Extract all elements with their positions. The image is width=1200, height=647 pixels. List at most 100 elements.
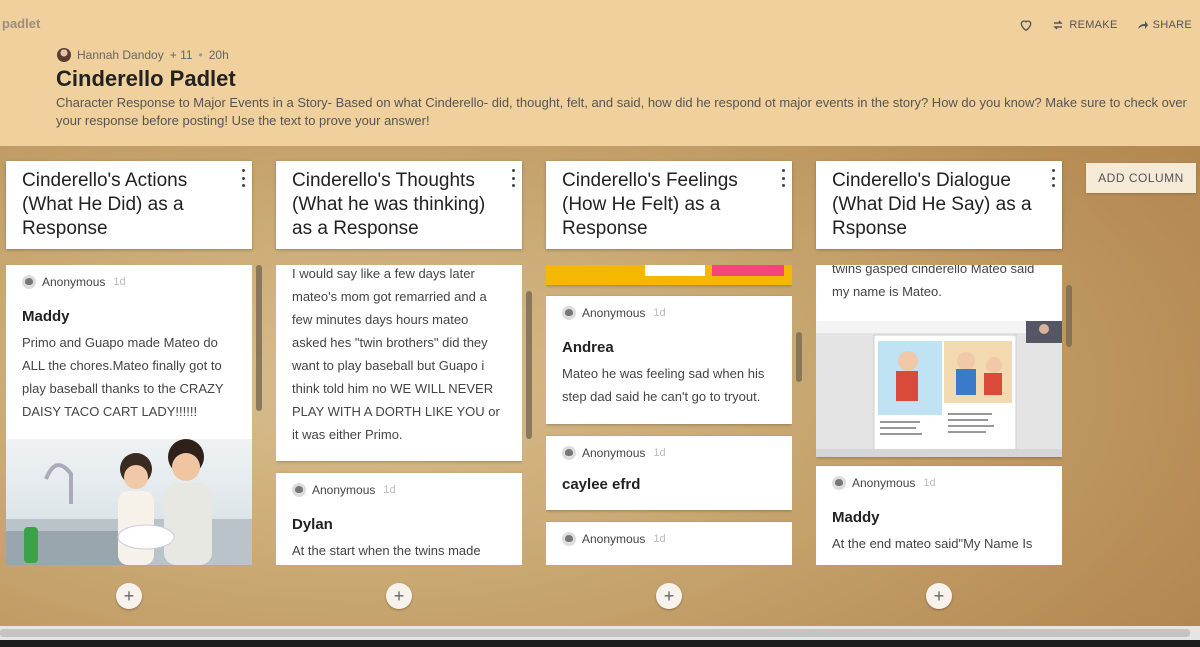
add-column-button[interactable]: ADD COLUMN bbox=[1086, 163, 1196, 193]
column-posts[interactable]: I would say like a few days later mateo'… bbox=[276, 265, 522, 565]
column-header: Cinderello's Thoughts (What he was think… bbox=[276, 161, 522, 249]
author-avatar[interactable] bbox=[57, 48, 71, 62]
post-time: 1d bbox=[653, 447, 666, 459]
board-description: Character Response to Major Events in a … bbox=[56, 95, 1187, 128]
column-title[interactable]: Cinderello's Feelings (How He Felt) as a… bbox=[562, 170, 738, 239]
post-time: 1d bbox=[113, 276, 126, 288]
more-options-icon[interactable] bbox=[1050, 169, 1056, 187]
banner-block-white bbox=[645, 265, 705, 276]
board-header: padlet REMAKE SHARE Hannah Dandoy + 11 •… bbox=[0, 0, 1200, 146]
post-card[interactable]: Anonymous 1d Maddy Primo and Guapo made … bbox=[6, 265, 252, 565]
more-options-icon[interactable] bbox=[240, 169, 246, 187]
collaborator-count[interactable]: + 11 bbox=[170, 48, 193, 62]
share-label: SHARE bbox=[1152, 19, 1192, 31]
post-author: Anonymous 1d bbox=[546, 442, 792, 464]
column-title[interactable]: Cinderello's Actions (What He Did) as a … bbox=[22, 170, 187, 239]
post-card[interactable]: I would say like a few days later mateo'… bbox=[276, 265, 522, 461]
post-title: Maddy bbox=[22, 308, 70, 325]
post-author: Anonymous 1d bbox=[276, 479, 522, 501]
post-card[interactable]: twins gasped cinderello Mateo said my na… bbox=[816, 265, 1062, 457]
post-body: Mateo he was feeling sad when his step d… bbox=[562, 366, 765, 404]
post-author: Anonymous 1d bbox=[816, 472, 1062, 494]
anonymous-avatar-icon bbox=[562, 446, 576, 460]
post-attachment-banner[interactable] bbox=[546, 265, 792, 285]
column-thoughts: Cinderello's Thoughts (What he was think… bbox=[276, 161, 532, 565]
column-scrollbar[interactable] bbox=[256, 265, 262, 411]
author-label: Anonymous bbox=[582, 306, 646, 320]
post-time: 1d bbox=[923, 477, 936, 489]
post-time: 1d bbox=[383, 484, 396, 496]
separator-dot: • bbox=[198, 48, 203, 62]
column-title[interactable]: Cinderello's Dialogue (What Did He Say) … bbox=[832, 170, 1032, 239]
column-posts[interactable]: Anonymous 1d Maddy Primo and Guapo made … bbox=[6, 265, 252, 565]
more-options-icon[interactable] bbox=[780, 169, 786, 187]
column-scrollbar[interactable] bbox=[796, 332, 802, 382]
remake-label: REMAKE bbox=[1069, 19, 1118, 31]
more-options-icon[interactable] bbox=[510, 169, 516, 187]
share-button[interactable]: SHARE bbox=[1136, 19, 1192, 31]
os-taskbar bbox=[0, 640, 1200, 647]
post-card[interactable]: Anonymous 1d Maddy At the end mateo said… bbox=[816, 466, 1062, 565]
share-icon bbox=[1137, 21, 1148, 29]
post-attachment-image[interactable] bbox=[6, 439, 252, 565]
post-time: 1d bbox=[653, 533, 666, 545]
remake-icon bbox=[1053, 20, 1064, 30]
column-header: Cinderello's Dialogue (What Did He Say) … bbox=[816, 161, 1062, 249]
header-actions: REMAKE SHARE bbox=[1018, 17, 1192, 33]
anonymous-avatar-icon bbox=[832, 476, 846, 490]
author-name[interactable]: Hannah Dandoy bbox=[77, 48, 164, 62]
column-posts[interactable]: Anonymous 1d Andrea Mateo he was feeling… bbox=[546, 265, 792, 565]
horizontal-scrollbar[interactable] bbox=[0, 626, 1200, 640]
post-author: Anonymous 1d bbox=[546, 528, 792, 550]
author-label: Anonymous bbox=[312, 483, 376, 497]
kids-washing-dishes-image bbox=[6, 439, 252, 565]
post-author: Anonymous 1d bbox=[546, 302, 792, 324]
book-screenshot-image bbox=[816, 321, 1062, 457]
post-card[interactable]: Anonymous 1d Dylan At the start when the… bbox=[276, 473, 522, 565]
anonymous-avatar-icon bbox=[562, 532, 576, 546]
anonymous-avatar-icon bbox=[22, 275, 36, 289]
post-attachment-image[interactable] bbox=[816, 321, 1062, 457]
page-title: Cinderello Padlet bbox=[56, 66, 236, 91]
author-label: Anonymous bbox=[852, 476, 916, 490]
board-meta: Hannah Dandoy + 11 • 20h bbox=[57, 48, 229, 62]
author-label: Anonymous bbox=[582, 532, 646, 546]
add-post-button[interactable]: + bbox=[116, 583, 142, 609]
column-posts[interactable]: twins gasped cinderello Mateo said my na… bbox=[816, 265, 1062, 565]
anonymous-avatar-icon bbox=[292, 483, 306, 497]
post-body: twins gasped cinderello Mateo said my na… bbox=[832, 265, 1035, 299]
post-title: Dylan bbox=[292, 516, 333, 533]
column-dialogue: Cinderello's Dialogue (What Did He Say) … bbox=[816, 161, 1072, 565]
column-feelings: Cinderello's Feelings (How He Felt) as a… bbox=[546, 161, 802, 565]
column-scrollbar[interactable] bbox=[1066, 285, 1072, 347]
padlet-logo[interactable]: padlet bbox=[2, 16, 40, 31]
post-card[interactable]: Anonymous 1d caylee efrd bbox=[546, 436, 792, 510]
post-body: I would say like a few days later mateo'… bbox=[292, 266, 500, 442]
scrollbar-thumb[interactable] bbox=[0, 629, 1190, 637]
post-author: Anonymous 1d bbox=[6, 271, 252, 293]
post-body: At the start when the twins made bbox=[292, 543, 481, 558]
author-label: Anonymous bbox=[42, 275, 106, 289]
heart-icon bbox=[1020, 20, 1032, 32]
column-header: Cinderello's Actions (What He Did) as a … bbox=[6, 161, 252, 249]
add-post-button[interactable]: + bbox=[386, 583, 412, 609]
post-body: Primo and Guapo made Mateo do ALL the ch… bbox=[22, 335, 224, 419]
column-header: Cinderello's Feelings (How He Felt) as a… bbox=[546, 161, 792, 249]
board-age: 20h bbox=[208, 48, 229, 62]
like-button[interactable] bbox=[1018, 17, 1034, 33]
post-title: caylee efrd bbox=[562, 476, 641, 493]
column-actions: Cinderello's Actions (What He Did) as a … bbox=[6, 161, 262, 565]
author-label: Anonymous bbox=[582, 446, 646, 460]
column-title[interactable]: Cinderello's Thoughts (What he was think… bbox=[292, 170, 485, 239]
add-post-button[interactable]: + bbox=[926, 583, 952, 609]
post-card[interactable]: Anonymous 1d Andrea Mateo he was feeling… bbox=[546, 296, 792, 424]
remake-button[interactable]: REMAKE bbox=[1052, 19, 1117, 31]
post-card[interactable]: Anonymous 1d bbox=[546, 522, 792, 565]
post-title: Andrea bbox=[562, 339, 614, 356]
column-scrollbar[interactable] bbox=[526, 291, 532, 439]
add-post-button[interactable]: + bbox=[656, 583, 682, 609]
post-body: At the end mateo said"My Name Is bbox=[832, 536, 1033, 551]
post-time: 1d bbox=[653, 307, 666, 319]
banner-block-pink bbox=[712, 265, 784, 276]
post-title: Maddy bbox=[832, 509, 880, 526]
